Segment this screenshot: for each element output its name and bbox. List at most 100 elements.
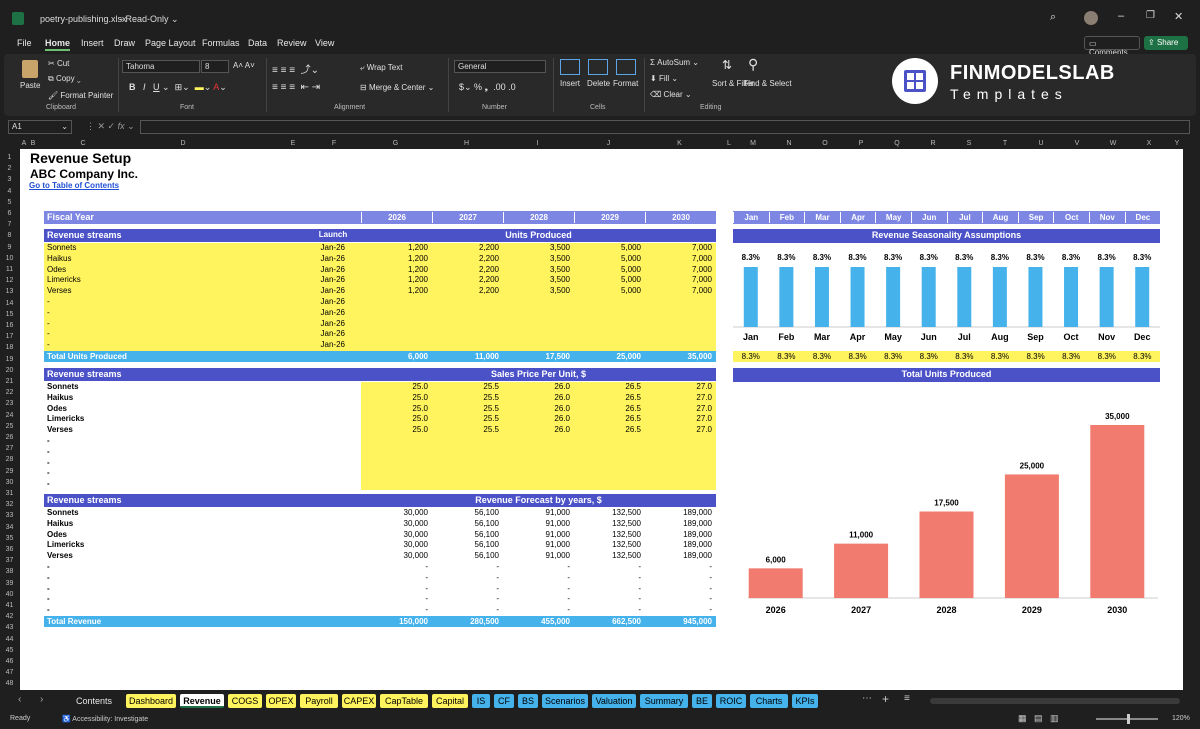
column-header-w[interactable]: W (1095, 138, 1131, 149)
price-value[interactable]: 25.5 (432, 382, 499, 392)
tab-opex[interactable]: OPEX (266, 694, 296, 708)
row-header[interactable]: 28 (0, 455, 19, 465)
units-value[interactable]: 5,000 (574, 254, 641, 264)
zoom-slider-thumb[interactable] (1127, 714, 1130, 724)
column-header-x[interactable]: X (1131, 138, 1167, 149)
formula-buttons[interactable]: ⋮ ✕ ✓ fx ⌄ (86, 121, 135, 132)
insert-icon[interactable] (560, 59, 580, 75)
price-value[interactable]: 26.5 (574, 414, 641, 424)
seasonality-value[interactable]: 8.3% (1125, 352, 1161, 361)
row-header[interactable]: 36 (0, 545, 19, 555)
more-tabs-icon[interactable]: ⋯ (862, 693, 872, 704)
column-header-r[interactable]: R (915, 138, 951, 149)
menu-view[interactable]: View (315, 38, 334, 48)
row-header[interactable]: 41 (0, 601, 19, 611)
tab-capex[interactable]: CAPEX (342, 694, 376, 708)
font-name-select[interactable]: Tahoma (122, 60, 200, 73)
row-header[interactable]: 21 (0, 377, 19, 387)
units-value[interactable]: 2,200 (432, 275, 499, 285)
price-value[interactable]: 25.0 (361, 414, 428, 424)
row-header[interactable]: 1 (0, 153, 19, 163)
row-header[interactable]: 6 (0, 209, 19, 219)
read-only-label[interactable]: - Read-Only ⌄ (120, 14, 179, 25)
number-format-buttons[interactable]: $⌄ % ❟ .00 .0 (459, 82, 516, 93)
seasonality-value[interactable]: 8.3% (947, 352, 983, 361)
price-value[interactable]: 25.5 (432, 393, 499, 403)
units-value[interactable]: 7,000 (645, 243, 712, 253)
units-value[interactable]: 3,500 (503, 243, 570, 253)
row-header[interactable]: 25 (0, 422, 19, 432)
row-header[interactable]: 3 (0, 175, 19, 185)
price-value[interactable]: 26.5 (574, 404, 641, 414)
autosum-button[interactable]: Σ AutoSum ⌄ (650, 58, 699, 67)
wrap-text-button[interactable]: ⤶ Wrap Text (360, 63, 402, 73)
units-value[interactable]: 5,000 (574, 243, 641, 253)
sheet-options-icon[interactable]: ≡ (904, 693, 910, 704)
column-header-p[interactable]: P (843, 138, 879, 149)
row-header[interactable]: 37 (0, 556, 19, 566)
tab-bs[interactable]: BS (518, 694, 538, 708)
menu-draw[interactable]: Draw (114, 38, 135, 48)
row-header[interactable]: 2 (0, 164, 19, 174)
row-header[interactable]: 30 (0, 478, 19, 488)
menu-page-layout[interactable]: Page Layout (145, 38, 196, 48)
delete-button[interactable]: Delete (587, 79, 610, 88)
tab-scroll-left-icon[interactable]: ‹ (18, 694, 21, 705)
column-header-f[interactable]: F (308, 138, 360, 149)
seasonality-value[interactable]: 8.3% (1053, 352, 1089, 361)
price-value[interactable]: 25.0 (361, 425, 428, 435)
menu-review[interactable]: Review (277, 38, 307, 48)
tab-charts[interactable]: Charts (750, 694, 788, 708)
price-value[interactable]: 26.0 (503, 414, 570, 424)
column-header-o[interactable]: O (807, 138, 843, 149)
column-header-c[interactable]: C (38, 138, 128, 149)
row-header[interactable]: 43 (0, 623, 19, 633)
row-header[interactable]: 10 (0, 254, 19, 264)
units-value[interactable]: 5,000 (574, 286, 641, 296)
find-select-icon[interactable]: ⚲ (748, 56, 758, 73)
sort-filter-icon[interactable]: ⇅ (722, 58, 732, 72)
seasonality-value[interactable]: 8.3% (875, 352, 911, 361)
row-header[interactable]: 48 (0, 679, 19, 689)
seasonality-value[interactable]: 8.3% (911, 352, 947, 361)
row-header[interactable]: 32 (0, 500, 19, 510)
tab-revenue[interactable]: Revenue (180, 694, 224, 708)
menu-file[interactable]: File (17, 38, 32, 48)
row-header[interactable]: 11 (0, 265, 19, 275)
share-button[interactable]: ⇪ Share (1144, 36, 1188, 50)
column-header-q[interactable]: Q (879, 138, 915, 149)
units-value[interactable]: 3,500 (503, 254, 570, 264)
tab-be[interactable]: BE (692, 694, 712, 708)
name-box[interactable]: A1 ⌄ (8, 120, 72, 134)
units-value[interactable]: 2,200 (432, 243, 499, 253)
seasonality-value[interactable]: 8.3% (840, 352, 876, 361)
row-header[interactable]: 27 (0, 444, 19, 454)
column-header-k[interactable]: K (644, 138, 715, 149)
row-header[interactable]: 9 (0, 243, 19, 253)
units-value[interactable]: 5,000 (574, 275, 641, 285)
row-header[interactable]: 16 (0, 321, 19, 331)
horizontal-scrollbar[interactable] (930, 698, 1180, 704)
column-header-s[interactable]: S (951, 138, 987, 149)
seasonality-value[interactable]: 8.3% (733, 352, 769, 361)
row-header[interactable]: 7 (0, 220, 19, 230)
row-header[interactable]: 34 (0, 523, 19, 533)
price-value[interactable]: 26.0 (503, 404, 570, 414)
price-value[interactable]: 25.5 (432, 425, 499, 435)
worksheet[interactable]: Revenue Setup ABC Company Inc. Go to Tab… (20, 149, 1183, 690)
formula-input[interactable] (140, 120, 1190, 134)
row-header[interactable]: 19 (0, 355, 19, 365)
price-value[interactable]: 26.0 (503, 393, 570, 403)
row-header[interactable]: 38 (0, 567, 19, 577)
paste-button[interactable]: Paste (20, 81, 40, 90)
units-value[interactable]: 1,200 (361, 265, 428, 275)
price-value[interactable]: 25.0 (361, 382, 428, 392)
menu-insert[interactable]: Insert (81, 38, 104, 48)
price-value[interactable]: 26.0 (503, 382, 570, 392)
insert-button[interactable]: Insert (560, 79, 580, 88)
price-value[interactable]: 26.5 (574, 393, 641, 403)
row-header[interactable]: 22 (0, 388, 19, 398)
column-header-l[interactable]: L (723, 138, 735, 149)
units-value[interactable]: 3,500 (503, 286, 570, 296)
minimize-icon[interactable]: – (1118, 10, 1124, 22)
